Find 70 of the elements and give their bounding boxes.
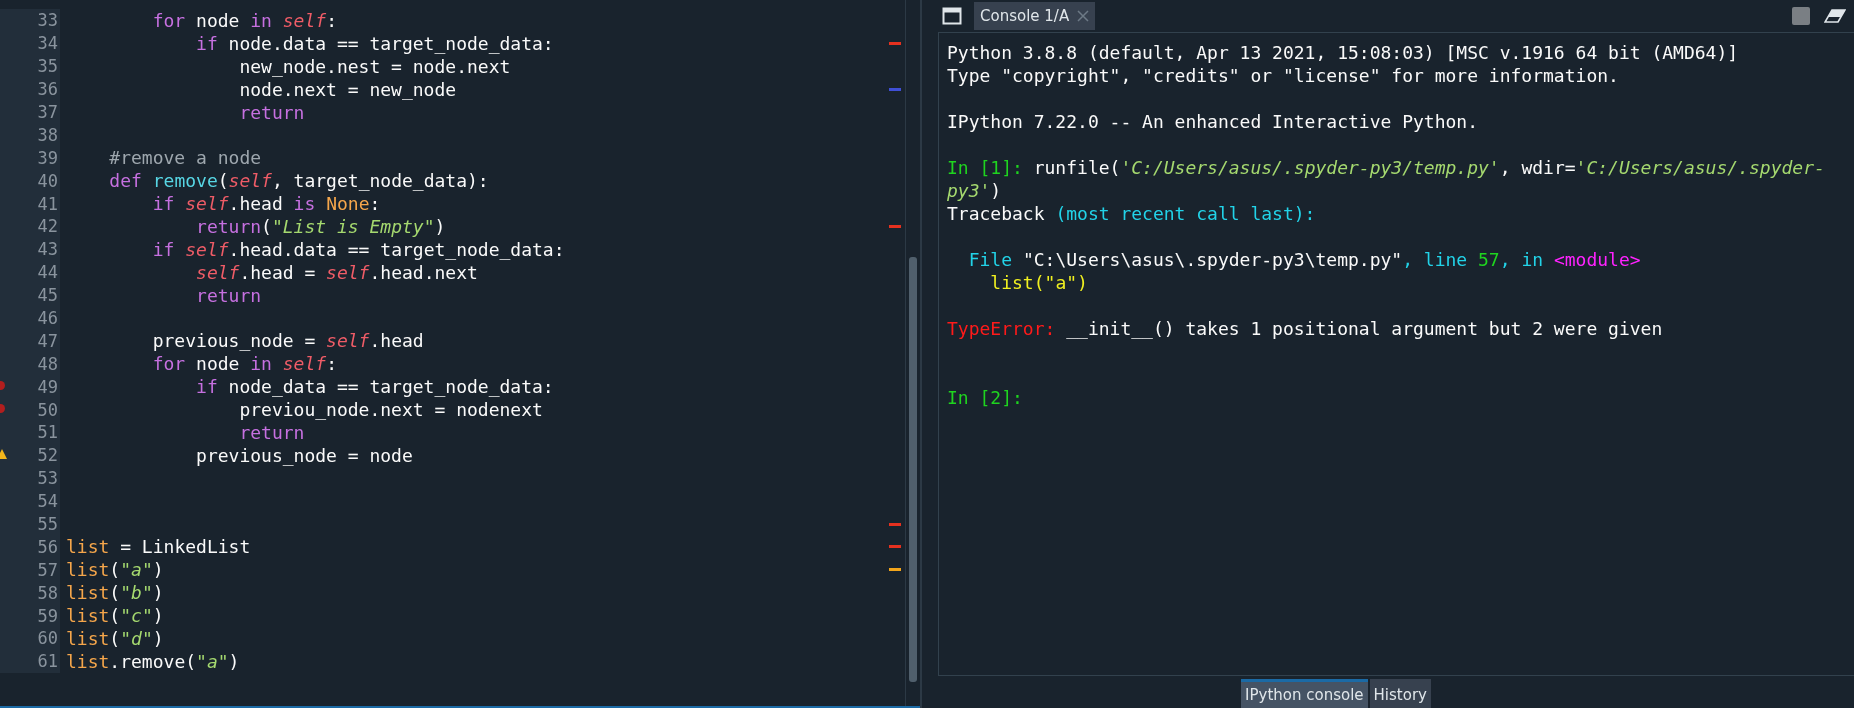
console-output-line: File "C:\Users\asus\.spyder-py3\temp.py", line 57, in <module>	[967, 248, 1642, 271]
code-line: list("d")	[65, 628, 165, 649]
console-output-line: TypeError: __init__() takes 1 positional argument but 2 were given	[947, 317, 1664, 340]
line-number: 36	[36, 79, 58, 100]
line-number: 45	[36, 285, 58, 306]
line-number: 48	[36, 353, 58, 374]
line-number: 41	[36, 193, 58, 214]
code-line: previou_node.next = nodenext	[238, 399, 544, 421]
code-line: if self.head.data == target_node_data:	[151, 238, 566, 260]
code-line: return	[195, 284, 263, 306]
close-icon[interactable]	[1077, 10, 1090, 22]
line-number: 57	[36, 559, 58, 580]
code-line: list.remove("a")	[65, 650, 241, 672]
line-number: 50	[36, 399, 58, 420]
line-number: 37	[36, 102, 58, 122]
line-number: 52	[36, 445, 58, 466]
line-number: 51	[36, 422, 58, 443]
code-line: def remove(self, target_node_data):	[108, 170, 490, 192]
code-line: list("a")	[65, 559, 165, 581]
line-number: 46	[36, 308, 58, 328]
window-icon[interactable]	[942, 7, 962, 25]
code-line: #remove a node	[108, 147, 263, 169]
line-number: 38	[36, 124, 58, 145]
line-number: 42	[36, 216, 58, 237]
code-line: for node in self:	[151, 353, 338, 375]
line-number: 47	[36, 330, 58, 351]
code-line: list("b")	[65, 582, 165, 604]
eraser-icon[interactable]	[1824, 9, 1846, 23]
line-number: 34	[36, 33, 58, 54]
code-line: for node in self:	[151, 9, 338, 31]
console-output-line: Type "copyright", "credits" or "license" for more information.	[947, 64, 1620, 87]
console-output-line: IPython 7.22.0 -- An enhanced Interactive Python.	[947, 110, 1479, 133]
code-line: new_node.nest = node.next	[238, 55, 512, 77]
line-number: 39	[36, 147, 58, 168]
line-number: 49	[36, 376, 58, 397]
console-output-line: In [1]: runfile('C:/Users/asus/.spyder-py3/temp.py', wdir='C:/Users/asus/.spyder-py3')	[947, 156, 1826, 202]
stop-icon[interactable]	[1792, 7, 1810, 25]
code-line: return("List is Empty")	[195, 215, 447, 237]
code-line: list = LinkedList	[65, 536, 252, 558]
code-line: previous_node = node	[195, 444, 414, 466]
line-number: 58	[36, 582, 58, 603]
line-number: 44	[36, 262, 58, 283]
line-number: 40	[36, 170, 58, 191]
line-number: 59	[36, 605, 58, 626]
code-line: node.next = new_node	[238, 78, 458, 100]
pane-tab[interactable]: IPython console	[1241, 679, 1368, 708]
code-line: return	[238, 101, 306, 123]
code-line: previous_node = self.head	[151, 330, 425, 352]
line-number: 60	[36, 628, 58, 649]
line-number: 54	[36, 491, 58, 512]
line-number: 56	[36, 536, 58, 557]
code-line: list("c")	[65, 605, 165, 627]
code-line: if node_data == target_node_data:	[195, 376, 555, 398]
line-number: 53	[36, 468, 58, 489]
code-line: return	[238, 421, 306, 443]
console-output-line: In [2]:	[947, 386, 1024, 409]
code-line: if node.data == target_node_data:	[195, 32, 555, 54]
console-tab[interactable]: Console 1/A	[974, 2, 1096, 30]
pane-tab[interactable]: History	[1369, 679, 1431, 708]
code-line: if self.head is None:	[151, 193, 382, 215]
console-output-line: Python 3.8.8 (default, Apr 13 2021, 15:08:03) [MSC v.1916 64 bit (AMD64)]	[947, 41, 1740, 64]
line-number: 35	[36, 56, 58, 77]
line-number: 43	[36, 239, 58, 260]
console-output-line: list("a")	[989, 271, 1089, 294]
code-line: self.head = self.head.next	[195, 261, 479, 283]
line-number: 33	[36, 10, 58, 31]
console-output-line: Traceback (most recent call last):	[947, 202, 1317, 225]
scrollbar-thumb[interactable]	[909, 257, 917, 682]
line-number: 55	[36, 514, 58, 535]
line-number: 61	[36, 651, 58, 672]
